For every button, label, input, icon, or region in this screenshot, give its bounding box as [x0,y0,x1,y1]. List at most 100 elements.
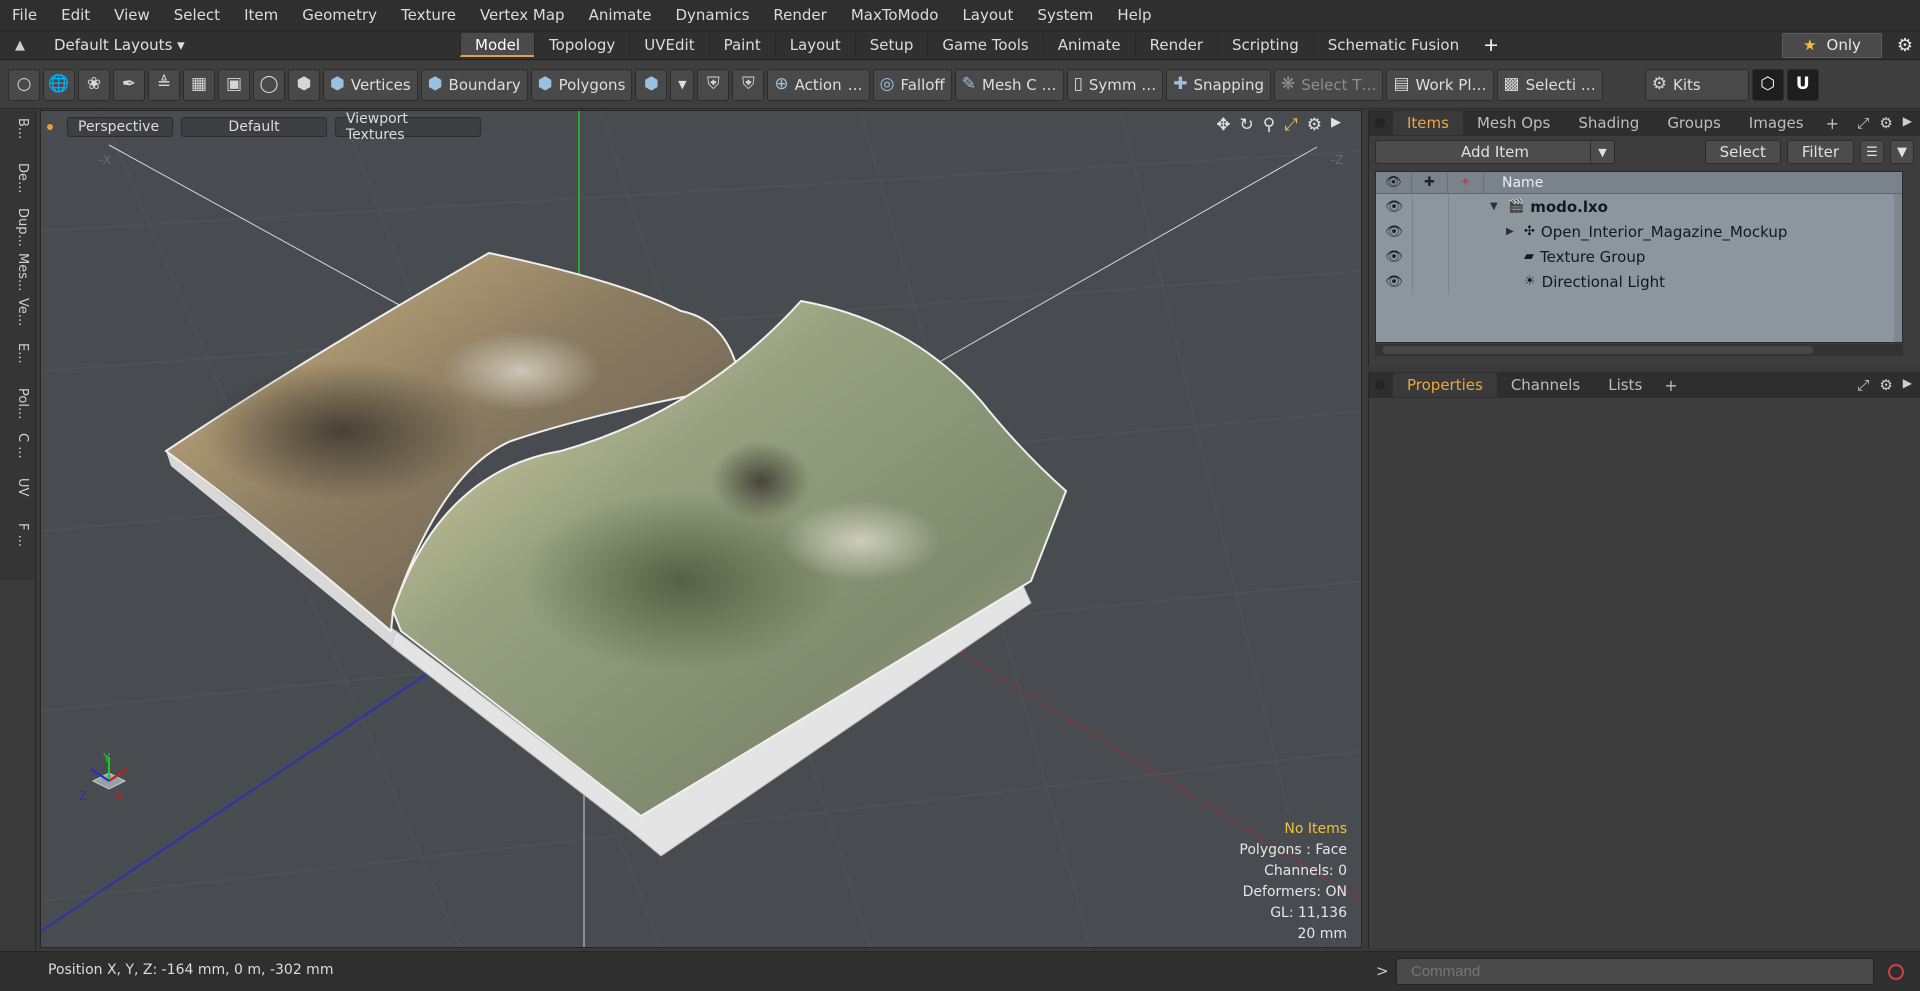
mode-dropdown-button[interactable]: ▼ [670,68,695,101]
tab-game-tools[interactable]: Game Tools [927,33,1042,57]
falloff-button[interactable]: ◎ Falloff [872,68,952,101]
globe-tool-button[interactable]: 🌐 [43,68,75,101]
add-properties-tab-button[interactable]: + [1656,376,1685,395]
zoom-icon[interactable]: ⚲ [1263,115,1275,135]
panel-gear-icon[interactable]: ⚙ [1879,114,1892,132]
selection-sets-button[interactable]: ▩ Selecti … [1496,68,1603,101]
tree-row[interactable]: 👁 ☀ Directional Light [1376,269,1902,294]
items-tab-groups[interactable]: Groups [1653,111,1734,135]
menu-file[interactable]: File [0,6,49,24]
tree-lock-cell[interactable] [1412,194,1448,219]
vertices-mode-button[interactable]: ⬢ Vertices [323,68,418,101]
menu-help[interactable]: Help [1105,6,1163,24]
paint-select-tool-button[interactable]: ✒ [113,68,145,101]
left-tab-6[interactable]: Pol... [6,388,30,419]
boundary-mode-button[interactable]: ⬢ Boundary [420,68,528,101]
collapse-arrow-icon[interactable]: ▲ [0,38,40,53]
left-tab-8[interactable]: UV [6,478,30,496]
tree-lock-cell[interactable] [1412,269,1448,294]
visibility-eye-icon[interactable]: 👁 [1376,274,1412,290]
menu-dynamics[interactable]: Dynamics [663,6,761,24]
default-layouts-dropdown[interactable]: Default Layouts ▾ [40,36,460,54]
menu-layout[interactable]: Layout [950,6,1025,24]
tab-uvedit[interactable]: UVEdit [629,33,708,57]
items-tab-items[interactable]: Items [1393,111,1463,135]
select-button[interactable]: Select [1704,140,1781,164]
tree-horizontal-scrollbar[interactable] [1375,344,1903,356]
select-circle-tool-button[interactable]: ○ [8,68,40,101]
snapping-button[interactable]: ✚ Snapping [1166,68,1271,101]
tree-item-label[interactable]: Texture Group [1540,248,1645,266]
collapse-icon[interactable]: ☰ [1860,140,1884,164]
visibility-column-eye-icon[interactable]: 👁 [1376,171,1412,194]
menu-maxtomodo[interactable]: MaxToModo [839,6,951,24]
tree-row[interactable]: 👁 ▼ 🎬 modo.lxo [1376,194,1902,219]
rotate-icon[interactable]: ↻ [1239,115,1253,135]
left-tab-9[interactable]: F ... [6,523,30,547]
polygons-mode-button[interactable]: ⬢ Polygons [530,68,633,101]
lock-column-icon[interactable]: ✚ [1412,171,1448,194]
viewport-textures-button[interactable]: Viewport Textures [335,111,481,143]
visibility-eye-icon[interactable]: 👁 [1376,224,1412,240]
unreal-button[interactable]: U [1786,68,1819,101]
viewport-canvas[interactable] [41,111,1362,948]
left-tab-0[interactable]: B... [6,118,30,139]
menu-view[interactable]: View [102,6,162,24]
menu-geometry[interactable]: Geometry [290,6,389,24]
tab-paint[interactable]: Paint [708,33,775,57]
panel-arrow-icon[interactable]: ▶ [1903,114,1912,132]
add-item-button[interactable]: Add Item ▼ [1375,140,1615,164]
default-shading-button[interactable]: Default [181,117,327,137]
menu-system[interactable]: System [1025,6,1105,24]
menu-edit[interactable]: Edit [49,6,102,24]
kits-button[interactable]: ⚙ Kits [1644,68,1749,101]
scroll-thumb[interactable] [1383,346,1813,354]
viewport-gear-icon[interactable]: ⚙ [1307,115,1322,135]
funnel-icon[interactable]: ▼ [1890,140,1914,164]
shield-alt-tool-button[interactable]: ⛨ [732,68,765,101]
record-button[interactable] [1882,959,1910,985]
tab-model[interactable]: Model [460,33,535,57]
pan-icon[interactable]: ✥ [1216,115,1230,135]
filter-button[interactable]: Filter [1786,140,1854,164]
tab-animate[interactable]: Animate [1042,33,1135,57]
frame-tool-button[interactable]: ▣ [218,68,250,101]
expand-arrow-icon[interactable]: ▶ [1506,226,1518,237]
tree-row[interactable]: 👁 ▶ ✣ Open_Interior_Magazine_Mockup [1376,219,1902,244]
tree-locator-cell[interactable] [1448,244,1484,269]
name-column-header[interactable]: Name [1484,175,1543,191]
locator-column-icon[interactable]: ✦ [1448,171,1484,194]
only-toggle-button[interactable]: ★ Only [1782,32,1882,58]
layout-gear-icon[interactable]: ⚙ [1890,35,1920,56]
menu-render[interactable]: Render [761,6,838,24]
visibility-eye-icon[interactable]: 👁 [1376,249,1412,265]
left-tab-2[interactable]: Dup... [6,208,30,247]
lasso-tool-button[interactable]: ❀ [78,68,110,101]
symmetry-button[interactable]: ▯ Symm … [1066,68,1164,101]
panel-expand-icon[interactable]: ⤢ [1857,114,1869,132]
left-tab-7[interactable]: C ... [6,433,30,459]
tree-item-label[interactable]: Directional Light [1542,273,1665,291]
panel-expand-icon[interactable]: ⤢ [1857,376,1869,394]
panel-arrow-icon[interactable]: ▶ [1903,376,1912,394]
add-items-tab-button[interactable]: + [1818,114,1847,133]
unity-button[interactable]: ⬡ [1751,68,1784,101]
left-tab-4[interactable]: Ve... [6,298,30,326]
tree-vertical-scrollbar[interactable] [1894,194,1902,342]
visibility-eye-icon[interactable]: 👁 [1376,199,1412,215]
tree-lock-cell[interactable] [1412,244,1448,269]
tree-item-label[interactable]: modo.lxo [1530,198,1608,216]
left-tab-1[interactable]: De... [6,163,30,193]
props-tab-channels[interactable]: Channels [1497,373,1594,397]
items-tab-images[interactable]: Images [1735,111,1818,135]
tab-render[interactable]: Render [1134,33,1217,57]
tree-lock-cell[interactable] [1412,219,1448,244]
items-tab-mesh-ops[interactable]: Mesh Ops [1463,111,1564,135]
select-through-button[interactable]: ❋ Select T… [1274,68,1384,101]
add-layout-tab-button[interactable]: + [1473,34,1509,56]
tab-layout[interactable]: Layout [774,33,855,57]
item-mode-button[interactable]: ⬢ [288,68,320,101]
left-tab-3[interactable]: Mes... [6,253,30,291]
menu-texture[interactable]: Texture [389,6,468,24]
chevron-down-icon[interactable]: ▼ [1590,141,1614,163]
